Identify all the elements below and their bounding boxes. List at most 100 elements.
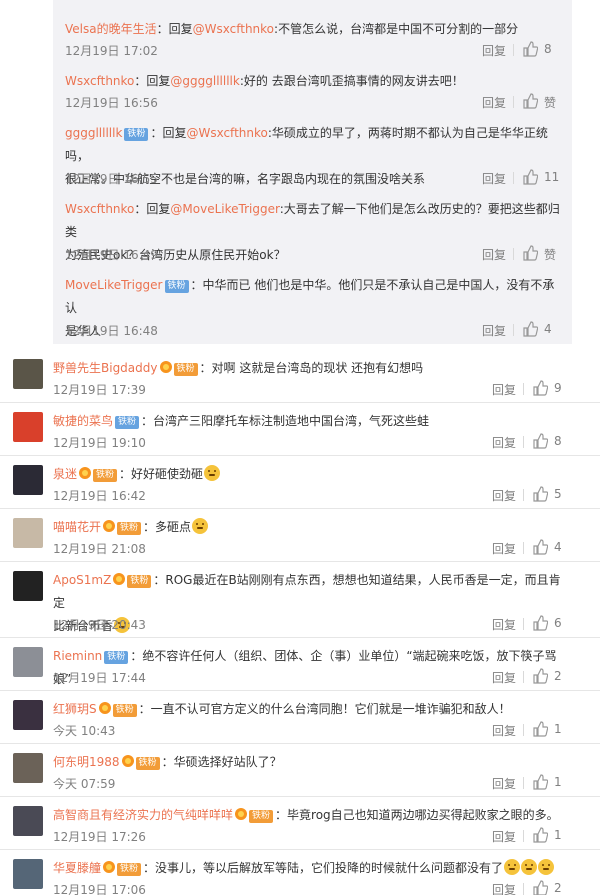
avatar[interactable]: [13, 647, 43, 677]
thumbs-up-icon: [533, 486, 548, 502]
comment-text: ：多砸点: [143, 520, 192, 534]
avatar[interactable]: [13, 700, 43, 730]
comment-user[interactable]: 野兽先生Bigdaddy: [53, 361, 158, 375]
reply-button[interactable]: 回复: [492, 775, 516, 792]
avatar[interactable]: [13, 518, 43, 548]
reply-button[interactable]: 回复: [492, 381, 516, 398]
like-button[interactable]: 2: [532, 879, 572, 895]
comment-user[interactable]: 高智商且有经济实力的气纯咩咩咩: [53, 808, 233, 822]
divider: [513, 172, 514, 184]
avatar[interactable]: [13, 359, 43, 389]
like-button[interactable]: 1: [532, 720, 572, 740]
reply-button[interactable]: 回复: [492, 616, 516, 633]
like-count: 1: [554, 828, 562, 842]
vip-icon: [79, 467, 92, 479]
thumbs-up-icon: [533, 433, 548, 449]
like-button[interactable]: 1: [532, 773, 572, 793]
divider: [513, 324, 514, 336]
divider: [523, 436, 524, 448]
like-button[interactable]: 赞: [522, 92, 562, 112]
reply-user[interactable]: Velsa的晚年生活: [65, 22, 157, 36]
fan-badge: 铁粉: [117, 863, 142, 876]
reply-button[interactable]: 回复: [492, 669, 516, 686]
comment-user[interactable]: ApoS1mZ: [53, 573, 111, 587]
avatar[interactable]: [13, 753, 43, 783]
reply-user[interactable]: MoveLikeTrigger: [65, 278, 163, 292]
vip-icon: [121, 755, 134, 767]
comment-divider: [0, 508, 600, 509]
fan-badge: 铁粉: [112, 704, 137, 717]
divider: [523, 489, 524, 501]
like-count: 8: [544, 42, 552, 56]
comment-user[interactable]: 华夏滕艟: [53, 861, 101, 875]
reply-user[interactable]: Wsxcfthnko: [65, 74, 134, 88]
divider: [523, 671, 524, 683]
comment-text: ：对啊 这就是台湾岛的现状 还抱有幻想吗: [199, 361, 424, 375]
divider: [523, 383, 524, 395]
mention-link[interactable]: @MoveLikeTrigger: [170, 202, 279, 216]
like-button[interactable]: 11: [522, 168, 562, 188]
like-button[interactable]: 2: [532, 667, 572, 687]
comment-meta: 12月19日 16:42 回复 5: [53, 485, 572, 505]
comment-user[interactable]: 红狮玥S: [53, 702, 97, 716]
reply-button[interactable]: 回复: [492, 828, 516, 845]
comment-text: ：好好砸使劲砸: [119, 467, 204, 481]
like-button[interactable]: 9: [532, 379, 572, 399]
reply-button[interactable]: 回复: [482, 170, 506, 187]
reply-user[interactable]: ggggllllllk: [65, 126, 122, 140]
mention-link[interactable]: @Wsxcfthnko: [186, 126, 267, 140]
avatar[interactable]: [13, 571, 43, 601]
thumbs-up-icon: [533, 774, 548, 790]
reply-button[interactable]: 回复: [492, 722, 516, 739]
comment-user[interactable]: 敏捷的菜鸟: [53, 414, 113, 428]
like-count: 1: [554, 722, 562, 736]
nested-reply-4: Wsxcfthnko：回复@MoveLikeTrigger:大哥去了解一下他们是…: [65, 198, 562, 267]
like-button[interactable]: 8: [522, 40, 562, 60]
thumbs-up-icon: [523, 169, 538, 185]
comment-divider: [0, 690, 600, 691]
comment-meta: 今天 10:43 回复 1: [53, 720, 572, 740]
comment-text: ：一直不认可官方定义的什么台湾同胞！它们就是一堆诈骗犯和敌人！: [138, 702, 511, 716]
comment-user[interactable]: 何东明1988: [53, 755, 120, 769]
reply-button[interactable]: 回复: [492, 881, 516, 895]
like-button[interactable]: 1: [532, 826, 572, 846]
comment-user[interactable]: 泉迷: [53, 467, 77, 481]
vip-icon: [103, 520, 116, 532]
comment-divider: [0, 561, 600, 562]
timestamp: 今天 07:59: [53, 777, 116, 791]
like-button[interactable]: 4: [532, 538, 572, 558]
mention-link[interactable]: @ggggllllllk: [170, 74, 239, 88]
timestamp: 12月19日 17:26: [53, 830, 146, 844]
mention-link[interactable]: @Wsxcfthnko: [193, 22, 274, 36]
reply-button[interactable]: 回复: [492, 540, 516, 557]
avatar[interactable]: [13, 412, 43, 442]
avatar[interactable]: [13, 465, 43, 495]
reply-button[interactable]: 回复: [482, 322, 506, 339]
avatar[interactable]: [13, 859, 43, 889]
reply-button[interactable]: 回复: [492, 487, 516, 504]
reply-button[interactable]: 回复: [482, 94, 506, 111]
reply-user[interactable]: Wsxcfthnko: [65, 202, 134, 216]
like-button[interactable]: 4: [522, 320, 562, 340]
like-button[interactable]: 6: [532, 614, 572, 634]
like-button[interactable]: 8: [532, 432, 572, 452]
like-button[interactable]: 赞: [522, 244, 562, 264]
like-button[interactable]: 5: [532, 485, 572, 505]
timestamp: 12月19日 17:39: [53, 383, 146, 397]
avatar[interactable]: [13, 806, 43, 836]
comment-user[interactable]: Rieminn: [53, 649, 102, 663]
reply-button[interactable]: 回复: [482, 246, 506, 263]
divider: [513, 96, 514, 108]
fan-badge: 铁粉: [93, 469, 118, 482]
reply-button[interactable]: 回复: [492, 434, 516, 451]
fan-badge: 铁粉: [127, 575, 152, 588]
reply-button[interactable]: 回复: [482, 42, 506, 59]
comment-text: ：没事儿，等以后解放军等陆，它们投降的时候就什么问题都没有了: [143, 861, 504, 875]
like-count: 6: [554, 616, 562, 630]
timestamp: 12月19日 16:49: [65, 248, 158, 262]
nested-reply-3: ggggllllllk 铁粉 ：回复@Wsxcfthnko:华硕成立的早了，两蒋时期…: [65, 122, 562, 191]
comment-meta: 12月19日 19:10 回复 8: [53, 432, 572, 452]
comment-meta: 12月19日 21:08 回复 4: [53, 538, 572, 558]
comment-user[interactable]: 喵喵花开: [53, 520, 101, 534]
comment-divider: [0, 849, 600, 850]
